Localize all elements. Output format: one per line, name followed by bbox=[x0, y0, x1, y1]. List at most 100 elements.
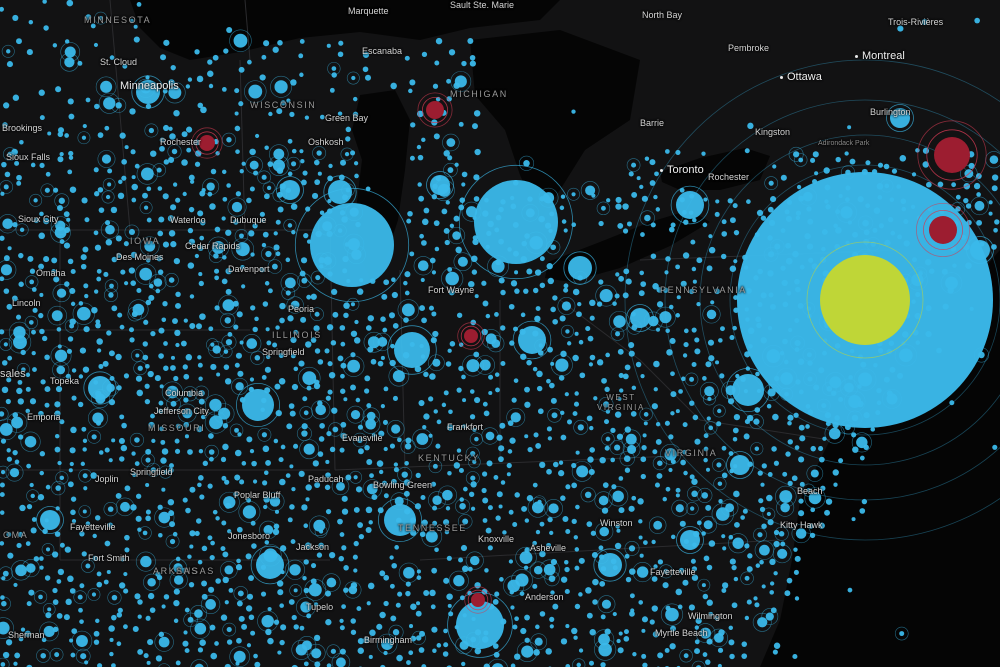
data-point bbox=[734, 521, 740, 528]
data-point bbox=[533, 565, 543, 575]
data-point bbox=[277, 40, 283, 46]
data-point bbox=[640, 456, 647, 463]
data-point bbox=[82, 438, 88, 443]
data-point bbox=[80, 461, 85, 467]
data-point bbox=[655, 327, 661, 332]
data-point bbox=[224, 317, 232, 324]
data-point bbox=[168, 467, 174, 474]
data-point bbox=[163, 341, 168, 346]
data-point bbox=[498, 277, 505, 284]
data-point bbox=[18, 636, 24, 642]
data-point bbox=[95, 322, 101, 329]
data-point bbox=[56, 365, 66, 375]
data-point bbox=[496, 491, 503, 498]
data-point bbox=[367, 582, 375, 590]
data-point bbox=[51, 551, 59, 558]
data-point bbox=[653, 520, 663, 530]
data-point bbox=[592, 578, 599, 586]
data-point bbox=[91, 434, 97, 440]
data-point bbox=[391, 478, 397, 485]
data-point bbox=[339, 625, 345, 631]
data-point bbox=[15, 314, 22, 320]
data-point bbox=[663, 568, 669, 575]
cluster-point bbox=[310, 203, 394, 287]
data-point bbox=[1, 360, 8, 366]
data-point bbox=[511, 397, 517, 403]
data-point bbox=[133, 24, 138, 29]
data-point bbox=[481, 280, 487, 286]
data-point bbox=[183, 373, 190, 380]
data-point bbox=[279, 603, 284, 608]
data-point bbox=[57, 460, 62, 466]
data-point bbox=[68, 155, 74, 160]
data-point bbox=[891, 168, 898, 174]
data-point bbox=[481, 487, 487, 494]
data-point bbox=[210, 168, 217, 175]
data-point bbox=[16, 542, 22, 549]
data-point bbox=[248, 575, 255, 581]
data-point bbox=[148, 421, 155, 429]
data-point bbox=[818, 446, 824, 452]
data-point bbox=[532, 482, 538, 488]
data-point bbox=[90, 472, 97, 479]
data-point bbox=[250, 252, 255, 257]
data-point bbox=[95, 618, 100, 624]
data-point bbox=[345, 126, 352, 133]
data-point bbox=[657, 460, 663, 466]
data-point bbox=[421, 240, 427, 246]
data-point bbox=[423, 590, 430, 596]
data-point bbox=[140, 555, 152, 568]
data-point bbox=[2, 570, 9, 577]
data-point bbox=[341, 508, 349, 515]
data-point bbox=[356, 437, 363, 443]
data-point bbox=[416, 601, 421, 606]
data-point bbox=[574, 391, 579, 396]
cluster-point bbox=[680, 530, 700, 550]
data-point bbox=[168, 230, 176, 237]
data-point bbox=[494, 312, 499, 317]
data-point bbox=[682, 353, 688, 358]
data-point bbox=[0, 329, 5, 335]
data-point bbox=[798, 510, 805, 517]
data-point bbox=[80, 254, 87, 261]
data-point bbox=[51, 269, 57, 274]
data-point bbox=[142, 341, 148, 347]
data-point bbox=[564, 392, 569, 397]
data-point bbox=[350, 629, 357, 635]
data-point bbox=[29, 482, 34, 488]
map-view[interactable]: MINNESOTA WISCONSIN MICHIGAN IOWA ILLINO… bbox=[0, 0, 1000, 667]
data-point bbox=[539, 521, 545, 527]
data-point bbox=[13, 582, 18, 588]
data-point bbox=[0, 438, 7, 444]
data-point bbox=[181, 159, 188, 166]
data-point bbox=[180, 340, 187, 347]
data-point bbox=[195, 518, 202, 524]
data-point bbox=[495, 387, 500, 393]
data-point bbox=[96, 338, 103, 345]
data-point bbox=[708, 611, 714, 617]
data-point bbox=[45, 547, 51, 552]
data-point bbox=[68, 468, 73, 473]
data-point bbox=[103, 271, 109, 277]
data-point bbox=[185, 507, 191, 514]
data-point bbox=[362, 66, 369, 73]
data-point bbox=[187, 262, 195, 269]
data-point bbox=[155, 655, 163, 662]
data-point bbox=[273, 619, 280, 625]
data-point bbox=[605, 409, 611, 414]
data-point bbox=[649, 159, 656, 166]
data-point bbox=[186, 390, 194, 398]
data-point bbox=[104, 125, 110, 131]
data-point bbox=[601, 599, 612, 609]
data-point bbox=[624, 553, 630, 559]
data-point bbox=[453, 82, 460, 89]
data-point bbox=[301, 504, 308, 511]
data-point bbox=[566, 419, 573, 425]
data-point bbox=[615, 524, 620, 529]
data-point bbox=[104, 447, 110, 453]
data-point bbox=[602, 482, 609, 488]
data-point bbox=[444, 239, 450, 246]
data-point bbox=[654, 171, 659, 177]
data-point bbox=[83, 283, 89, 289]
hotspot-point bbox=[426, 101, 444, 119]
